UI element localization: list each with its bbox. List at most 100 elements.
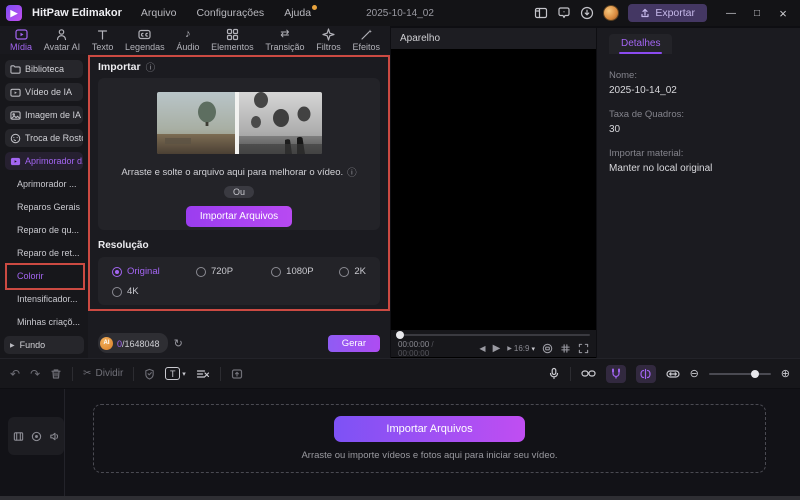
magnet-icon[interactable] bbox=[605, 364, 626, 383]
bottom-scrollbar[interactable] bbox=[0, 496, 800, 500]
timeline-dropzone[interactable]: Importar Arquivos Arraste ou importe víd… bbox=[93, 404, 766, 473]
tab-filtros[interactable]: Filtros bbox=[316, 28, 341, 52]
badge-icon[interactable] bbox=[144, 368, 155, 380]
export-frame-icon[interactable] bbox=[231, 368, 243, 380]
radio-4k[interactable]: 4K bbox=[112, 286, 139, 297]
audio-icon: ♪ bbox=[185, 28, 191, 40]
snapshot-icon[interactable] bbox=[542, 343, 553, 354]
export-button[interactable]: Exportar bbox=[628, 4, 707, 22]
seek-knob[interactable] bbox=[396, 331, 404, 339]
sidebar-item-fundo[interactable]: ▶ Fundo bbox=[4, 336, 84, 354]
tab-elementos[interactable]: Elementos bbox=[211, 28, 254, 52]
aspect-ratio-selector[interactable]: ▶ 16:9 ▾ bbox=[507, 344, 535, 353]
resolution-options: Original 720P 1080P 2K 4K bbox=[98, 257, 380, 305]
zoom-out-icon[interactable]: ⊖ bbox=[690, 367, 699, 380]
or-divider: Ou bbox=[223, 186, 254, 198]
sidebar-sub-colorir[interactable]: Colorir bbox=[5, 267, 83, 285]
tab-transicao[interactable]: ⇄ Transição bbox=[265, 28, 304, 52]
sidebar-sub-intensificador[interactable]: Intensificador... bbox=[5, 290, 83, 308]
auto-cut-icon[interactable] bbox=[196, 368, 210, 380]
radio-720p[interactable]: 720P bbox=[195, 266, 271, 277]
info-icon[interactable]: ⓘ bbox=[146, 60, 156, 74]
ai-image-icon bbox=[10, 110, 21, 121]
zoom-in-icon[interactable]: ⊕ bbox=[781, 367, 790, 380]
user-avatar[interactable] bbox=[603, 5, 620, 21]
tab-efeitos[interactable]: Efeitos bbox=[352, 28, 380, 52]
redo-icon[interactable]: ↷ bbox=[30, 367, 40, 381]
track-video-icon[interactable] bbox=[13, 431, 24, 442]
radio-dot bbox=[195, 266, 206, 277]
previous-frame-icon[interactable]: ◀ bbox=[479, 344, 485, 353]
refresh-icon[interactable]: ↻ bbox=[174, 337, 183, 350]
seek-bar[interactable] bbox=[391, 330, 596, 340]
tab-avatar-ai[interactable]: Avatar AI bbox=[44, 28, 80, 52]
details-panel: Detalhes Nome: 2025-10-14_02 Taxa de Qua… bbox=[597, 28, 800, 358]
menu-arquivo[interactable]: Arquivo bbox=[136, 5, 182, 21]
sidebar-sub-minhas-criacoes[interactable]: Minhas criaçõ... bbox=[5, 313, 83, 331]
transition-icon: ⇄ bbox=[280, 28, 290, 40]
sidebar-sub-reparo-de-ret[interactable]: Reparo de ret... bbox=[5, 244, 83, 262]
detail-field-importar-material: Importar material: Manter no local origi… bbox=[609, 148, 713, 174]
menu-ajuda[interactable]: Ajuda bbox=[279, 5, 317, 21]
import-panel-title: Importar ⓘ bbox=[98, 60, 156, 74]
undo-icon[interactable]: ↶ bbox=[10, 367, 20, 381]
text-tool-button[interactable]: T ▾ bbox=[165, 367, 186, 380]
minimize-button[interactable]: — bbox=[720, 3, 742, 23]
preview-column: Aparelho 00:00:00 / 00:00:00 ◀ ▶ ▶ 16:9 … bbox=[391, 28, 596, 358]
credits-pill: AI 0/1648048 bbox=[98, 333, 168, 353]
split-button[interactable]: ✂ Dividir bbox=[83, 368, 123, 379]
timeline-import-button[interactable]: Importar Arquivos bbox=[334, 416, 525, 442]
sidebar-item-aprimorador[interactable]: Aprimorador d... bbox=[5, 152, 83, 170]
menu-configuracoes[interactable]: Configurações bbox=[191, 5, 269, 21]
tab-texto[interactable]: Texto bbox=[92, 28, 113, 52]
play-icon[interactable]: ▶ bbox=[493, 343, 501, 354]
text-icon bbox=[96, 28, 109, 41]
radio-original[interactable]: Original bbox=[112, 266, 196, 277]
sidebar-item-video-ia[interactable]: Vídeo de IA bbox=[5, 83, 83, 101]
preview-controls: 00:00:00 / 00:00:00 ◀ ▶ ▶ 16:9 ▾ bbox=[391, 340, 596, 358]
track-audio-icon[interactable] bbox=[49, 431, 60, 442]
link-icon[interactable] bbox=[580, 368, 596, 379]
import-files-button[interactable]: Importar Arquivos bbox=[185, 206, 293, 227]
dropzone[interactable]: Arraste e solte o arquivo aqui para melh… bbox=[98, 78, 380, 230]
toolbar-separator bbox=[133, 366, 135, 381]
maximize-button[interactable]: □ bbox=[746, 3, 768, 23]
tab-legendas[interactable]: Legendas bbox=[125, 28, 165, 52]
close-button[interactable]: × bbox=[772, 3, 794, 23]
grid-icon[interactable] bbox=[560, 343, 571, 354]
fit-timeline-icon[interactable] bbox=[665, 368, 680, 380]
sidebar-sub-aprimorador[interactable]: Aprimorador ... bbox=[5, 175, 83, 193]
sidebar-sub-reparo-de-qu[interactable]: Reparo de qu... bbox=[5, 221, 83, 239]
captions-icon bbox=[138, 28, 151, 41]
info-icon[interactable]: ⓘ bbox=[347, 165, 357, 179]
layout-icon[interactable] bbox=[534, 6, 548, 20]
video-preview[interactable] bbox=[391, 49, 596, 330]
timeline-divider bbox=[64, 389, 65, 496]
radio-2k[interactable]: 2K bbox=[339, 266, 366, 277]
sidebar-sub-reparos-gerais[interactable]: Reparos Gerais bbox=[5, 198, 83, 216]
sidebar-item-troca-de-rostos[interactable]: Troca de Rostos bbox=[5, 129, 83, 147]
feedback-icon[interactable] bbox=[557, 6, 571, 20]
sidebar-item-biblioteca[interactable]: Biblioteca bbox=[5, 60, 83, 78]
text-tool-icon: T bbox=[165, 367, 181, 380]
microphone-icon[interactable] bbox=[548, 367, 560, 380]
delete-icon[interactable] bbox=[50, 368, 62, 380]
track-record-icon[interactable] bbox=[31, 431, 42, 442]
zoom-slider-knob[interactable] bbox=[750, 369, 759, 378]
tab-detalhes[interactable]: Detalhes bbox=[609, 34, 673, 54]
tab-audio[interactable]: ♪ Áudio bbox=[176, 28, 199, 52]
dropzone-hint: Arraste e solte o arquivo aqui para melh… bbox=[121, 165, 357, 180]
timeline-zoom-slider[interactable] bbox=[708, 369, 771, 378]
download-icon[interactable] bbox=[580, 6, 594, 20]
seek-track bbox=[397, 334, 590, 336]
filters-icon bbox=[322, 28, 335, 41]
fullscreen-icon[interactable] bbox=[578, 343, 589, 354]
elements-icon bbox=[226, 28, 239, 41]
generate-button[interactable]: Gerar bbox=[327, 334, 380, 352]
sidebar-item-imagem-ia[interactable]: Imagem de IA bbox=[5, 106, 83, 124]
media-icon bbox=[14, 28, 28, 41]
timeline-toolbar: ↶ ↷ ✂ Dividir T ▾ ⊖ ⊕ bbox=[0, 358, 800, 388]
tab-midia[interactable]: Mídia bbox=[10, 28, 32, 52]
ripple-edit-icon[interactable] bbox=[635, 364, 656, 383]
radio-1080p[interactable]: 1080P bbox=[271, 266, 339, 277]
